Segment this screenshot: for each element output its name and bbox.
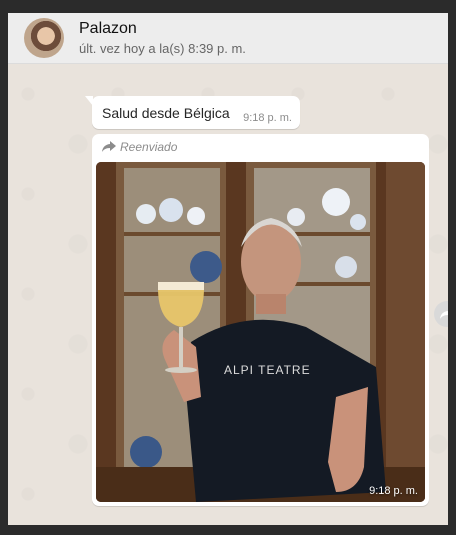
chat-header[interactable]: Palazon últ. vez hoy a la(s) 8:39 p. m. [8,13,448,64]
message-list: Salud desde Bélgica 9:18 p. m. Reenviado [8,64,448,525]
share-icon [440,308,448,319]
photo-illustration: ALPI TEATRE [96,162,425,502]
forwarded-indicator: Reenviado [102,140,177,154]
share-button[interactable] [434,301,448,327]
last-seen-status: últ. vez hoy a la(s) 8:39 p. m. [79,41,246,56]
message-photo[interactable]: ALPI TEATRE 9:18 p. m. [96,162,425,502]
message-time: 9:18 p. m. [243,112,292,124]
chat-window: Palazon últ. vez hoy a la(s) 8:39 p. m. … [8,13,448,525]
message-text: Salud desde Bélgica [102,105,230,121]
forwarded-label: Reenviado [120,140,178,154]
forward-arrow-icon [102,141,116,152]
shirt-print-text: ALPI TEATRE [224,363,311,377]
bubble-tail [85,96,93,106]
avatar[interactable] [24,18,64,58]
message-bubble[interactable]: Salud desde Bélgica 9:18 p. m. [85,96,300,129]
contact-info[interactable]: Palazon últ. vez hoy a la(s) 8:39 p. m. [79,19,246,57]
image-message-bubble[interactable]: Reenviado ALPI TEATRE 9:18 p. m. [92,134,429,506]
contact-name[interactable]: Palazon [79,19,246,39]
message-time: 9:18 p. m. [369,485,418,497]
